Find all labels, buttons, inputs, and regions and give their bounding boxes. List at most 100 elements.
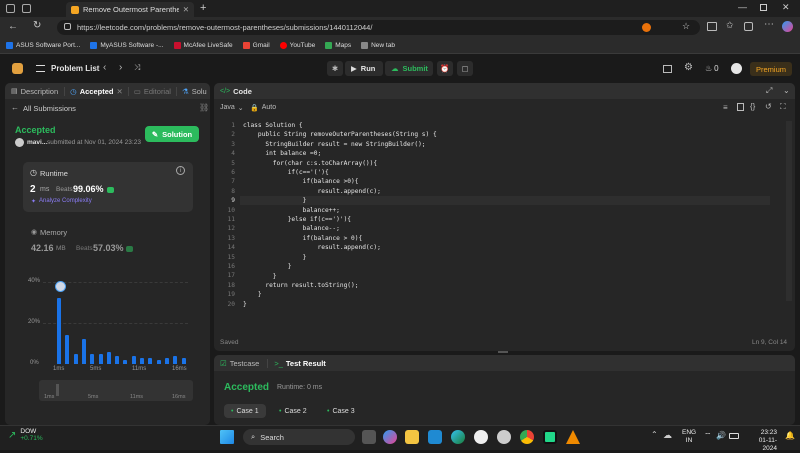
leetcode-logo-icon[interactable]	[12, 63, 23, 74]
pycharm-icon[interactable]	[543, 430, 557, 444]
extension-icon[interactable]	[642, 23, 651, 32]
case-tab-1[interactable]: • Case 1	[224, 404, 266, 418]
tab-accepted[interactable]: ◷ Accepted ✕	[64, 86, 128, 96]
vscode-icon[interactable]	[428, 430, 442, 444]
bookmark-item[interactable]: Gmail	[242, 41, 270, 49]
chart-bar[interactable]	[140, 357, 144, 364]
bookmark-icon[interactable]	[737, 103, 744, 111]
back-arrow-icon[interactable]: ←	[11, 103, 19, 112]
auto-mode-toggle[interactable]: 🔒 Auto	[250, 104, 276, 112]
range-slider[interactable]	[39, 380, 193, 401]
info-icon[interactable]: i	[176, 166, 185, 175]
tab-solutions[interactable]: ⚗ Solu	[175, 86, 210, 96]
collections-icon[interactable]	[744, 22, 753, 31]
settings-gear-icon[interactable]: ⚙	[684, 62, 693, 73]
task-view-icon[interactable]	[362, 430, 376, 444]
format-icon[interactable]: ≡	[723, 103, 728, 112]
copilot-icon[interactable]	[782, 21, 793, 32]
bookmark-item[interactable]: Maps	[325, 41, 351, 49]
chart-bar[interactable]	[156, 359, 161, 364]
wifi-icon[interactable]: ⌔	[704, 431, 712, 441]
taskbar-search[interactable]: ⌕ Search	[243, 429, 355, 445]
premium-button[interactable]: Premium	[750, 62, 792, 76]
windows-start-icon[interactable]	[220, 430, 234, 444]
chart-bar[interactable]	[181, 357, 186, 364]
back-icon[interactable]: ←	[8, 21, 18, 32]
problem-list-link[interactable]: Problem List	[51, 64, 99, 73]
file-explorer-icon[interactable]	[405, 430, 419, 444]
timer-button[interactable]: ⏰	[437, 61, 453, 76]
link-icon[interactable]: ⛓	[199, 103, 209, 112]
chart-bar[interactable]	[65, 335, 70, 364]
language-indicator[interactable]: ENG IN	[682, 429, 696, 445]
bookmark-item[interactable]: New tab	[361, 41, 395, 49]
bookmark-item[interactable]: YouTube	[279, 41, 315, 49]
minimize-icon[interactable]: —	[738, 2, 747, 12]
chart-bar[interactable]	[106, 351, 111, 364]
tab-editorial[interactable]: ▭ Editorial	[127, 86, 176, 96]
chart-bar[interactable]	[73, 353, 78, 364]
chart-bar[interactable]	[90, 353, 95, 364]
bookmark-item[interactable]: MyASUS Software -...	[90, 41, 164, 49]
chart-bar[interactable]	[173, 355, 178, 364]
run-button[interactable]: ▶ Run	[345, 61, 383, 76]
case-tab-2[interactable]: • Case 2	[272, 404, 314, 418]
notes-button[interactable]: ▢	[457, 61, 473, 76]
language-select[interactable]: Java ⌄	[220, 104, 244, 112]
chart-bar[interactable]	[131, 355, 136, 364]
edge-icon[interactable]	[451, 430, 465, 444]
tab-actions-icon[interactable]	[6, 4, 15, 13]
reset-icon[interactable]: ↺	[765, 102, 772, 111]
analyze-complexity-link[interactable]: ✦ Analyze Complexity	[31, 198, 92, 205]
case-tab-3[interactable]: • Case 3	[320, 404, 362, 418]
code-editor[interactable]: class Solution { public String removeOut…	[243, 121, 763, 321]
submission-user[interactable]: mavi...	[27, 139, 47, 146]
github-desktop-icon[interactable]	[497, 430, 511, 444]
favorites-icon[interactable]: ✩	[726, 20, 734, 31]
tab-list-icon[interactable]	[22, 4, 31, 13]
close-tab-icon[interactable]: ✕	[116, 87, 122, 96]
debug-button[interactable]: ✱	[327, 61, 343, 76]
refresh-icon[interactable]: ↻	[33, 20, 41, 31]
chart-bar[interactable]	[57, 298, 61, 364]
new-tab-icon[interactable]: +	[200, 2, 206, 14]
close-window-icon[interactable]: ✕	[782, 2, 790, 13]
chart-bar[interactable]	[123, 359, 128, 364]
next-problem-icon[interactable]: ›	[119, 62, 122, 73]
tab-test-result[interactable]: >_ Test Result	[267, 358, 326, 368]
fullscreen-icon[interactable]: ⛶	[780, 102, 786, 112]
github-icon[interactable]	[474, 430, 488, 444]
braces-icon[interactable]: {}	[750, 102, 755, 111]
close-tab-icon[interactable]: ✕	[183, 5, 189, 14]
clock-area[interactable]: 23:23 01-11-2024	[745, 429, 777, 453]
solution-button[interactable]: ✎ Solution	[145, 126, 199, 142]
panel-resize-handle[interactable]	[498, 351, 508, 353]
bookmark-item[interactable]: McAfee LiveSafe	[173, 41, 233, 49]
chrome-icon[interactable]	[520, 430, 534, 444]
chart-bar[interactable]	[98, 353, 103, 364]
all-submissions-link[interactable]: All Submissions	[23, 104, 76, 113]
panel-menu-icon[interactable]: ⌄	[783, 86, 790, 95]
address-bar[interactable]: https://leetcode.com/problems/remove-out…	[57, 20, 700, 35]
shuffle-icon[interactable]: ⤨	[134, 63, 140, 73]
browser-tab[interactable]: Remove Outermost Parentheses ✕	[66, 2, 194, 17]
tab-description[interactable]: ▤ Description	[5, 87, 64, 96]
copilot-taskbar-icon[interactable]	[383, 430, 397, 444]
split-screen-icon[interactable]	[707, 22, 717, 31]
favorite-star-icon[interactable]: ☆	[682, 21, 690, 32]
maximize-icon[interactable]	[760, 4, 767, 11]
more-menu-icon[interactable]: ⋯	[764, 19, 774, 30]
streak-counter[interactable]: ♨ 0	[705, 64, 719, 73]
chart-bar[interactable]	[148, 357, 153, 364]
expand-icon[interactable]: ⤢	[766, 86, 772, 96]
submit-button[interactable]: ☁ Submit	[385, 61, 433, 76]
range-slider-handle[interactable]	[56, 384, 59, 396]
show-hidden-icons[interactable]: ⌃	[651, 430, 658, 439]
tab-testcase[interactable]: ☑ Testcase	[220, 359, 259, 368]
battery-icon[interactable]	[729, 433, 739, 439]
avatar[interactable]	[731, 63, 742, 74]
prev-problem-icon[interactable]: ‹	[103, 62, 106, 73]
volume-icon[interactable]: 🔊	[716, 431, 726, 440]
notification-bell-icon[interactable]: 🔔	[785, 431, 795, 440]
layout-icon[interactable]	[663, 65, 672, 73]
